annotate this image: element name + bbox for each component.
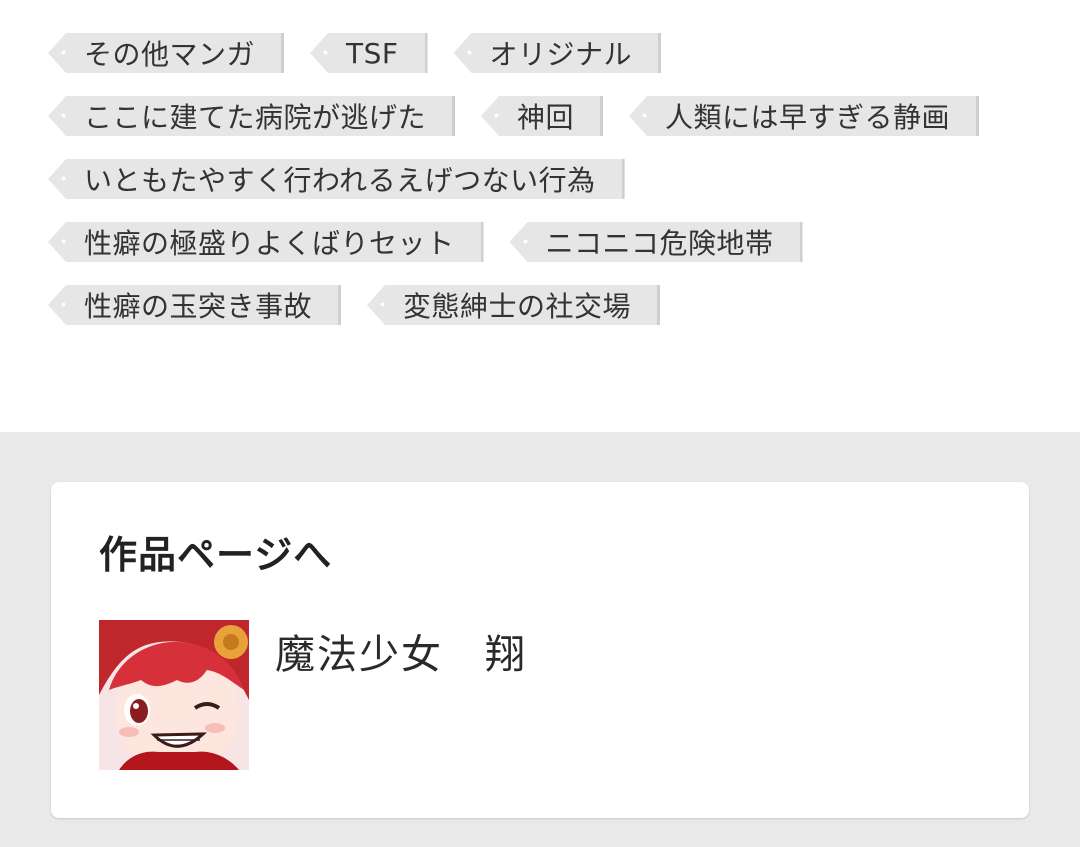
tag-label: 変態紳士の社交場 xyxy=(403,290,632,323)
tag-item[interactable]: 人類には早すぎる静画 xyxy=(629,96,980,136)
tag-item[interactable]: 性癖の極盛りよくばりセット xyxy=(48,222,484,262)
tag-label: TSF xyxy=(346,36,399,70)
work-title[interactable]: 魔法少女 翔 xyxy=(275,622,527,680)
tag-label: 性癖の極盛りよくばりセット xyxy=(84,227,455,260)
character-thumbnail-icon xyxy=(99,620,249,770)
tag-item[interactable]: いともたやすく行われるえげつない行為 xyxy=(48,159,625,199)
tag-item[interactable]: 神回 xyxy=(481,96,604,136)
tag-list: その他マンガ TSF オリジナル ここに建てた病院が逃げた 神回 人類には早すぎ… xyxy=(0,0,1080,432)
tag-label: 人類には早すぎる静画 xyxy=(665,101,951,134)
character-thumbnail[interactable] xyxy=(99,620,249,770)
work-link[interactable]: 魔法少女 翔 xyxy=(99,620,527,770)
section-heading: 作品ページへ xyxy=(99,533,333,577)
tag-item[interactable]: TSF xyxy=(310,33,428,73)
tag-item[interactable]: ニコニコ危険地帯 xyxy=(509,222,803,262)
tag-label: いともたやすく行われるえげつない行為 xyxy=(84,164,596,197)
tag-row: ここに建てた病院が逃げた 神回 人類には早すぎる静画 xyxy=(48,93,980,139)
tag-row: 性癖の玉突き事故 変態紳士の社交場 xyxy=(48,282,661,328)
tag-row: その他マンガ TSF オリジナル xyxy=(48,30,662,76)
tag-label: その他マンガ xyxy=(84,38,256,71)
tag-row: 性癖の極盛りよくばりセット ニコニコ危険地帯 xyxy=(48,219,803,265)
tag-item[interactable]: 性癖の玉突き事故 xyxy=(48,285,342,325)
tag-item[interactable]: その他マンガ xyxy=(48,33,285,73)
tag-label: ここに建てた病院が逃げた xyxy=(84,101,427,134)
tag-label: ニコニコ危険地帯 xyxy=(545,227,774,260)
tag-label: 神回 xyxy=(517,101,575,134)
tag-item[interactable]: オリジナル xyxy=(453,33,662,73)
tag-row: いともたやすく行われるえげつない行為 xyxy=(48,156,625,202)
tag-label: 性癖の玉突き事故 xyxy=(84,290,313,323)
work-link-card: 作品ページへ 魔法少女 翔 xyxy=(51,482,1029,818)
tag-label: オリジナル xyxy=(489,38,633,71)
tag-item[interactable]: 変態紳士の社交場 xyxy=(367,285,661,325)
tag-item[interactable]: ここに建てた病院が逃げた xyxy=(48,96,456,136)
